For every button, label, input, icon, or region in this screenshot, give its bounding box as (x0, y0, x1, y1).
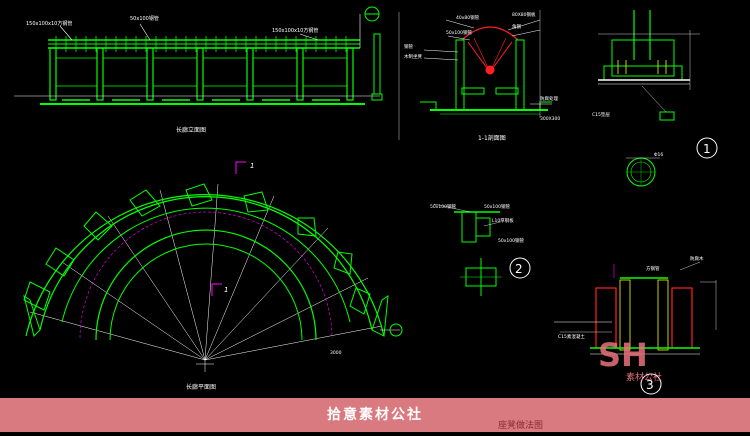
cad-drawing: 150x100x10方钢管 50x100钢管 150x100x10方钢管 长廊立… (0, 0, 750, 432)
section-view (371, 10, 552, 140)
section-note-1: 40x80钢管 (456, 14, 480, 21)
footing-detail (598, 10, 700, 121)
detail-2-label-3: L10厚钢板 (492, 217, 514, 224)
section-title: 1-1剖面图 (478, 134, 506, 142)
plan-title: 长廊平面图 (186, 383, 216, 391)
svg-text:SH: SH (598, 336, 648, 374)
elevation-callout-1: 150x100x10方钢管 (26, 20, 72, 27)
section-note-7: 防腐处理 (540, 95, 558, 102)
plan-marker-2: 1 (224, 286, 228, 294)
section-note-3: 80X80钢板 (512, 11, 536, 18)
section-note-4: 角钢 (512, 23, 521, 30)
plan-view (23, 161, 403, 372)
banner-subtitle: 座凳做法图 (498, 421, 544, 431)
detail-2-label-4: 50x100钢管 (498, 237, 524, 244)
detail-3-label-1: 防腐木 (690, 255, 704, 262)
footing-label: C15垫层 (592, 111, 610, 118)
detail-2 (433, 203, 531, 296)
detail-2-label-2: 50x100钢管 (484, 203, 510, 210)
section-note-8: 300X300 (540, 116, 560, 122)
detail-2-number: 2 (515, 262, 523, 276)
watermark-text: 素材公社 (626, 371, 662, 383)
section-note-6: 木制坐凳 (404, 53, 422, 60)
detail-1-label: Φ16 (654, 152, 663, 158)
banner-title: 拾意素材公社 (327, 407, 423, 423)
plan-marker-1: 1 (250, 162, 254, 170)
detail-3-top-label: 方钢管 (646, 265, 660, 272)
elevation-callout-3: 150x100x10方钢管 (272, 27, 318, 34)
elevation-title: 长廊立面图 (176, 126, 206, 134)
detail-3-label-2: C15素混凝土 (558, 333, 585, 340)
detail-1-number: 1 (703, 142, 711, 156)
section-note-2: 50x100钢管 (446, 29, 472, 36)
detail-2-label-1: 50x100钢管 (430, 203, 456, 210)
plan-dimension: 3000 (330, 350, 342, 356)
watermark-logo: SH (598, 336, 648, 374)
elevation-callout-2: 50x100钢管 (130, 15, 159, 22)
section-note-5: 钢管 (404, 43, 413, 50)
